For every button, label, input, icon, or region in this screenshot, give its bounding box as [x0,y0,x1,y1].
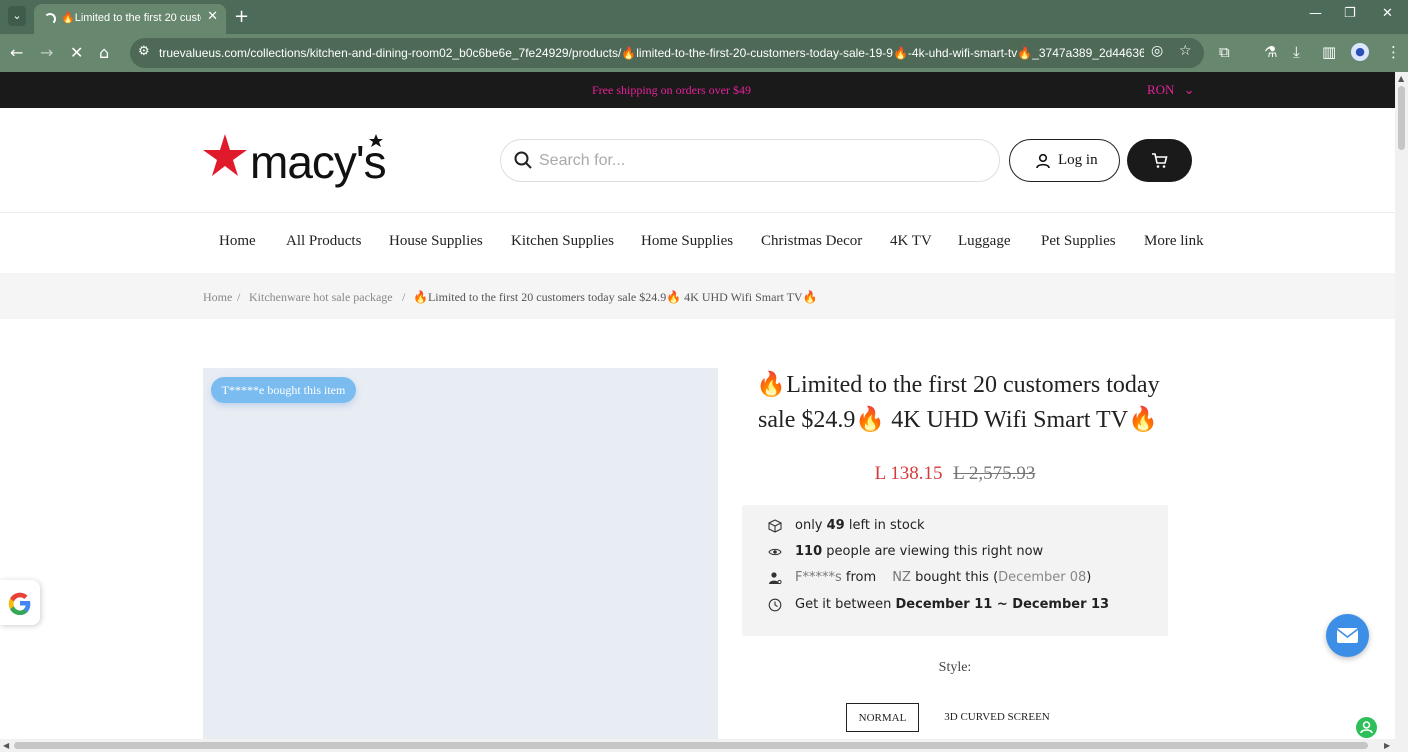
star-icon[interactable]: ☆ [1179,43,1192,59]
buyer-country: NZ [892,570,911,585]
recent-purchase-badge: T*****e bought this item [211,377,356,403]
viewers-count: 110 [795,544,823,559]
search-bar [500,139,1000,182]
nav-item-all-products[interactable]: All Products [286,233,361,250]
site-info-icon[interactable]: ⚙ [138,44,150,59]
home-icon[interactable]: ⌂ [99,43,109,62]
search-icon[interactable] [514,151,532,169]
site-header: macy's Log in [0,108,1395,213]
address-bar[interactable]: ⚙ truevalueus.com/collections/kitchen-an… [130,38,1204,68]
google-icon [8,592,31,615]
new-tab-icon[interactable]: + [234,6,249,27]
price-block: L 138.15 L 2,575.93 [743,463,1167,485]
star-logo-icon [203,134,247,176]
nav-item-more-link[interactable]: More link [1144,233,1204,250]
support-chat-icon[interactable] [1356,717,1377,738]
product-info-box: only 49 left in stock 110 people are vie… [742,505,1168,636]
download-icon[interactable]: ⤓ [1293,43,1300,61]
mail-icon [1336,628,1359,643]
scroll-left-icon[interactable]: ◀ [3,741,9,750]
labs-icon[interactable]: ⚗ [1264,43,1277,61]
login-button[interactable]: Log in [1009,139,1120,182]
cart-icon [1152,153,1168,168]
minimize-icon[interactable]: — [1309,6,1322,21]
breadcrumb-separator: / [237,290,241,304]
breadcrumb: Home / Kitchenware hot sale package / 🔥L… [0,273,1395,319]
user-icon [1036,153,1050,169]
brand-wordmark: macy's [250,136,386,188]
chevron-down-icon: ⌄ [1183,82,1195,97]
contact-mail-button[interactable] [1326,614,1369,657]
nav-item-kitchen-supplies[interactable]: Kitchen Supplies [511,233,614,250]
profile-icon[interactable]: ● [1351,43,1369,61]
breadcrumb-home[interactable]: Home [203,290,232,305]
announcement-text: Free shipping on orders over $49 [592,83,751,97]
currency-selector[interactable]: RON ⌄ [1147,82,1195,98]
url-text[interactable]: truevalueus.com/collections/kitchen-and-… [159,46,1144,60]
nav-item-christmas-decor[interactable]: Christmas Decor [761,233,862,250]
buyer-close: ) [1086,570,1092,585]
main-navigation: Home All Products House Supplies Kitchen… [0,213,1395,273]
stock-suffix: left in stock [844,518,925,533]
vertical-scroll-thumb[interactable] [1398,86,1405,150]
compare-price: L 2,575.93 [953,463,1036,484]
macys-logo[interactable]: macy's [203,130,403,190]
product-title: 🔥Limited to the first 20 customers today… [756,372,1160,433]
delivery-prefix: Get it between [795,597,896,612]
clock-icon [768,598,782,612]
menu-icon[interactable]: ⋮ [1386,43,1401,61]
nav-item-4k-tv[interactable]: 4K TV [890,233,932,250]
login-label: Log in [1058,152,1098,168]
nav-item-pet-supplies[interactable]: Pet Supplies [1041,233,1116,250]
scroll-up-icon[interactable]: ▲ [1398,74,1404,83]
breadcrumb-collection[interactable]: Kitchenware hot sale package [249,290,393,305]
box-icon [768,519,782,533]
browser-tab[interactable]: 🔥Limited to the first 20 customers today… [34,4,226,34]
viewers-suffix: people are viewing this right now [822,544,1044,559]
eye-icon [768,548,782,556]
buyer-name: F*****s [795,570,842,585]
nav-item-home[interactable]: Home [219,233,256,250]
tab-title: 🔥Limited to the first 20 customers today… [61,12,201,24]
style-label: Style: [938,660,972,675]
loading-spinner-icon [44,13,56,25]
buyer-suffix: bought this ( [910,570,999,585]
vertical-scrollbar[interactable]: ▲ [1395,72,1408,752]
tab-close-icon[interactable]: ✕ [207,9,218,24]
horizontal-scrollbar[interactable]: ◀ ▶ [0,739,1395,752]
nav-item-luggage[interactable]: Luggage [958,233,1010,250]
stop-icon[interactable]: ✕ [70,43,83,62]
stock-prefix: only [795,518,827,533]
horizontal-scroll-thumb[interactable] [14,742,1368,749]
forward-icon[interactable]: → [40,43,53,62]
nav-item-house-supplies[interactable]: House Supplies [389,233,483,250]
breadcrumb-current: 🔥Limited to the first 20 customers today… [413,290,818,304]
restore-icon[interactable]: ❐ [1344,6,1356,21]
delivery-range: December 11 ~ December 13 [895,597,1110,612]
product-image-gallery[interactable]: T*****e bought this item [203,368,718,752]
sidebar-icon[interactable]: ▥ [1322,43,1336,61]
cart-button[interactable] [1127,139,1192,182]
browser-toolbar: ← → ✕ ⌂ ⚙ truevalueus.com/collections/ki… [0,34,1408,72]
back-icon[interactable]: ← [10,43,23,62]
window-close-icon[interactable]: ✕ [1382,6,1393,21]
browser-tab-bar: ⌄ 🔥Limited to the first 20 customers tod… [0,0,1408,34]
sale-price: L 138.15 [874,463,943,484]
buyer-date: December 08 [998,570,1087,585]
google-reviews-badge[interactable] [0,580,40,625]
buyer-icon [769,572,782,585]
buyer-from: from [841,570,881,585]
stock-count: 49 [826,518,845,533]
nav-item-home-supplies[interactable]: Home Supplies [641,233,733,250]
currency-label: RON [1147,82,1175,97]
style-option-normal[interactable]: NORMAL [846,703,919,732]
eye-off-icon[interactable]: ◎ [1151,43,1163,59]
search-input[interactable] [539,150,979,172]
style-option-3d-curved-screen[interactable]: 3D CURVED SCREEN [934,703,1060,732]
scroll-right-icon[interactable]: ▶ [1384,741,1390,750]
extensions-icon[interactable]: ⧉ [1219,43,1230,61]
announcement-bar: Free shipping on orders over $49 RON ⌄ [0,72,1395,108]
tab-list-icon[interactable]: ⌄ [8,6,26,26]
breadcrumb-separator: / [402,290,406,304]
